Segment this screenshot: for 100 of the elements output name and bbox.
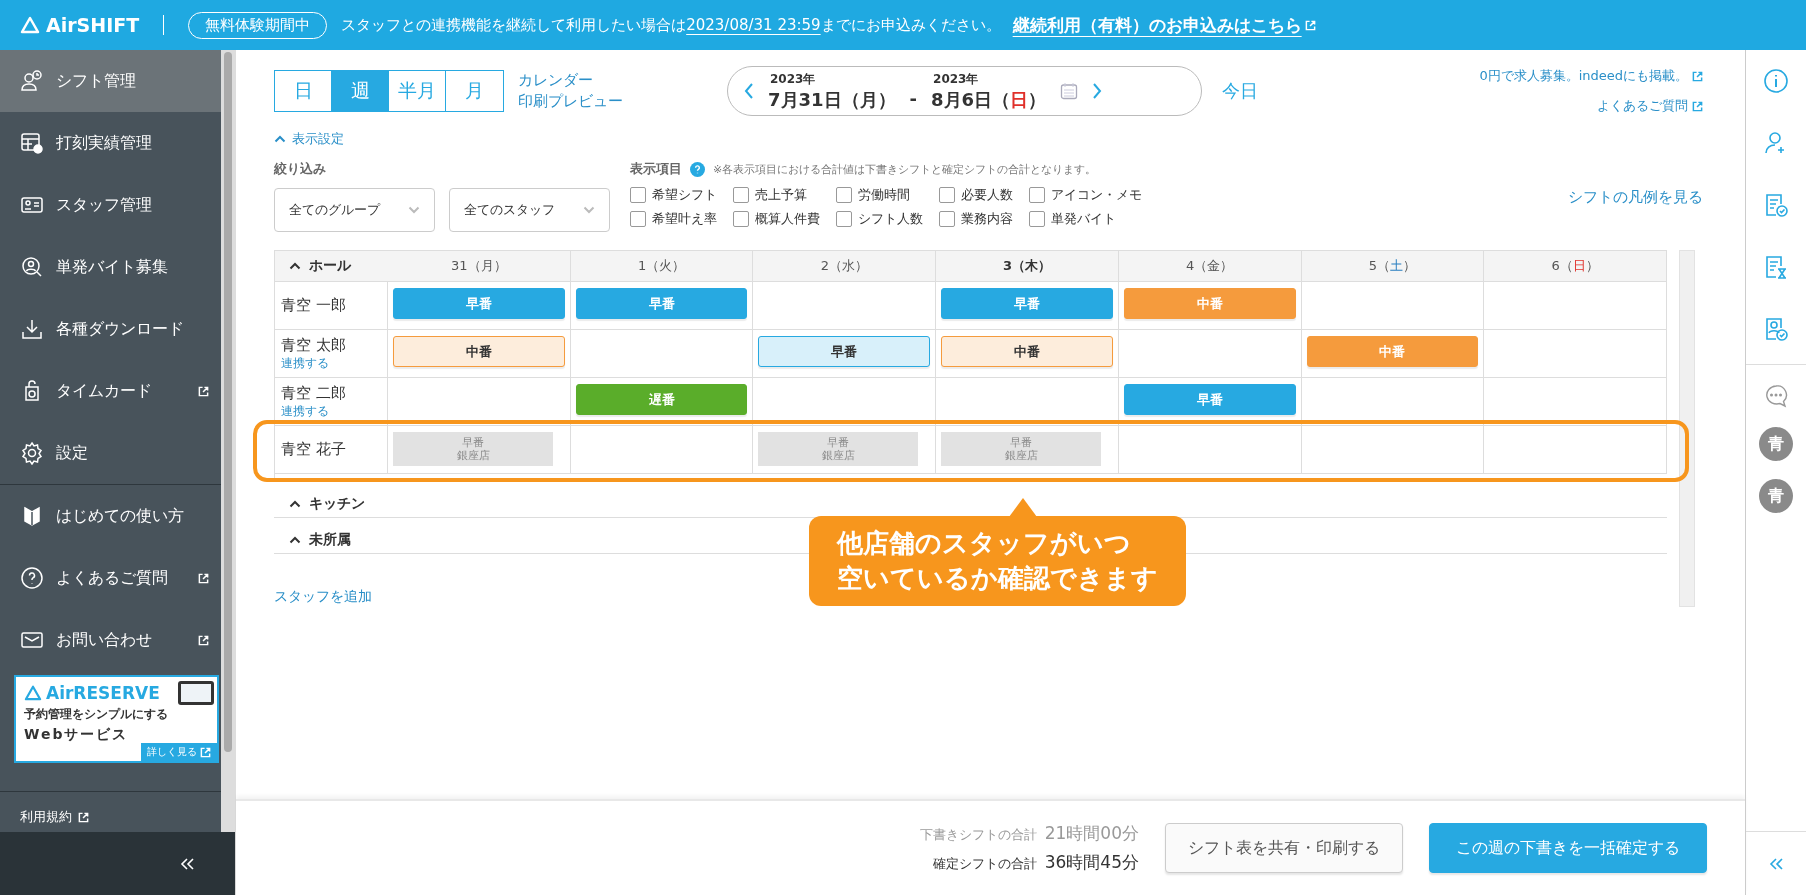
group-toggle[interactable]: 未所属 — [274, 531, 365, 549]
group-toggle[interactable]: キッチン — [274, 495, 379, 513]
checkbox-label: アイコン・メモ — [1051, 186, 1142, 204]
shift-block[interactable]: 中番 — [393, 336, 565, 367]
deadline-text: 2023/08/31 23:59 — [686, 16, 821, 34]
sidebar-item[interactable]: よくあるご質問 — [0, 547, 221, 609]
date-separator: - — [909, 87, 918, 109]
chevron-up-icon — [289, 500, 301, 508]
share-print-button[interactable]: シフト表を共有・印刷する — [1165, 823, 1403, 873]
checkbox[interactable] — [630, 211, 646, 227]
checkbox[interactable] — [939, 187, 955, 203]
checkbox-label: 単発バイト — [1051, 210, 1116, 228]
scrollbar-thumb[interactable] — [224, 52, 232, 752]
filter-select[interactable]: 全てのグループ — [274, 188, 435, 232]
shift-block[interactable]: 早番 — [758, 336, 931, 367]
checkbox-label: シフト人数 — [858, 210, 923, 228]
chevron-up-icon — [289, 536, 301, 544]
add-staff-link[interactable]: スタッフを追加 — [274, 588, 372, 606]
timesheet-icon — [20, 131, 44, 155]
banner-headline: Webサービス — [24, 726, 130, 744]
link-staff-link[interactable]: 連携する — [281, 402, 387, 420]
sidebar-item[interactable]: 単発バイト募集 — [0, 236, 221, 298]
year-label: 2023年 — [769, 70, 816, 88]
airreserve-banner[interactable]: AirRESERVE 予約管理をシンプルにする Webサービス 詳しく見る — [14, 675, 219, 763]
shift-block[interactable]: 中番 — [941, 336, 1113, 367]
total-label: 確定シフトの合計 — [932, 855, 1037, 873]
help-link[interactable]: よくあるご質問 — [1597, 97, 1703, 115]
day-header: 3（木） — [936, 251, 1119, 281]
notice-text: までにお申込みください。 — [820, 15, 1001, 35]
banner-tagline: 予約管理をシンプルにする — [24, 706, 169, 723]
display-item-checkbox[interactable]: 単発バイト — [1029, 210, 1142, 228]
sidebar-item[interactable]: 各種ダウンロード — [0, 298, 221, 360]
document-user-check-icon[interactable] — [1763, 316, 1789, 342]
start-date: 7月31日（月） — [768, 87, 896, 112]
display-items-label: 表示項目 — [630, 160, 682, 178]
gear-icon — [20, 441, 44, 465]
staff-name: 青空 二郎 — [281, 383, 347, 403]
sidebar-item[interactable]: はじめての使い方 — [0, 485, 221, 547]
chevron-up-icon — [274, 135, 286, 143]
info-icon[interactable] — [1763, 68, 1789, 94]
sidebar-item[interactable]: 設定 — [0, 422, 221, 484]
day-header: 5（土） — [1301, 251, 1485, 281]
checkbox-label: 売上予算 — [755, 186, 807, 204]
checkbox[interactable] — [939, 211, 955, 227]
next-icon[interactable] — [1092, 83, 1103, 99]
external-link-icon — [1692, 100, 1703, 112]
checkbox[interactable] — [836, 211, 852, 227]
sidebar-item[interactable]: 打刻実績管理 — [0, 112, 221, 174]
calendar-icon[interactable] — [1060, 82, 1079, 100]
filter-label: 絞り込み — [274, 160, 327, 178]
previous-icon[interactable] — [744, 83, 754, 99]
checkbox[interactable] — [836, 187, 852, 203]
terms-link[interactable]: 利用規約 — [20, 808, 89, 826]
download-icon — [20, 317, 44, 341]
checkbox-label: 必要人数 — [961, 186, 1013, 204]
link-staff-link[interactable]: 連携する — [281, 354, 387, 372]
display-item-checkbox[interactable]: 業務内容 — [939, 210, 1013, 228]
app-logo-text: AirSHIFT — [46, 14, 140, 36]
display-item-checkbox[interactable]: 必要人数 — [939, 186, 1013, 204]
logo-triangle-icon — [20, 16, 40, 34]
help-icon[interactable] — [690, 161, 705, 177]
day-header: 2（水） — [753, 251, 937, 281]
display-settings-toggle[interactable]: 表示設定 — [274, 130, 344, 148]
staff-name: 青空 一郎 — [281, 296, 347, 315]
total-label: 下書きシフトの合計 — [919, 826, 1037, 844]
checkbox[interactable] — [733, 211, 749, 227]
checkbox[interactable] — [630, 187, 646, 203]
display-item-checkbox[interactable]: 売上予算 — [733, 186, 820, 204]
sidebar-item[interactable]: お問い合わせ — [0, 609, 221, 671]
display-item-checkbox[interactable]: シフト人数 — [836, 210, 923, 228]
external-link-icon — [78, 811, 89, 823]
sidebar-item[interactable]: タイムカード — [0, 360, 221, 422]
sidebar-item[interactable]: スタッフ管理 — [0, 174, 221, 236]
callout-text: 他店舗のスタッフがいつ 空いているか確認できます — [837, 528, 1158, 594]
print-preview-link[interactable]: カレンダー 印刷プレビュー — [518, 71, 623, 111]
filter-select[interactable]: 全てのスタッフ — [449, 188, 610, 232]
group-toggle[interactable]: ホール — [275, 251, 388, 281]
checkbox[interactable] — [733, 187, 749, 203]
legend-link[interactable]: シフトの凡例を見る — [1568, 188, 1703, 207]
checkbox[interactable] — [1029, 187, 1045, 203]
document-check-icon[interactable] — [1763, 192, 1789, 218]
chevron-down-icon — [408, 206, 420, 214]
display-item-checkbox[interactable]: アイコン・メモ — [1029, 186, 1142, 204]
checkbox[interactable] — [1029, 211, 1045, 227]
display-item-checkbox[interactable]: 希望シフト — [630, 186, 717, 204]
display-item-checkbox[interactable]: 労働時間 — [836, 186, 923, 204]
document-hourglass-icon[interactable] — [1763, 254, 1789, 280]
question-icon — [20, 566, 44, 590]
display-item-checkbox[interactable]: 概算人件費 — [733, 210, 820, 228]
end-date: 8月6日（日） — [931, 87, 1047, 112]
staff-name: 青空 花子 — [281, 440, 347, 459]
external-link-icon — [198, 634, 209, 646]
scrollbar[interactable] — [1679, 250, 1695, 607]
help-link[interactable]: 0円で求人募集。indeedにも掲載。 — [1479, 67, 1703, 85]
checkbox-label: 業務内容 — [961, 210, 1013, 228]
chat-icon[interactable] — [1763, 383, 1789, 409]
sidebar-item[interactable]: シフト管理 — [0, 50, 221, 112]
external-link-icon — [198, 572, 209, 584]
display-item-checkbox[interactable]: 希望叶え率 — [630, 210, 717, 228]
day-header: 6（日） — [1484, 251, 1667, 281]
